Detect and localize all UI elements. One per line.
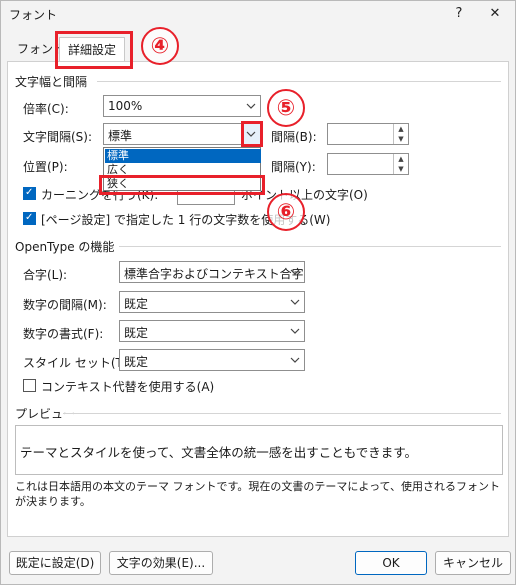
scale-value: 100% xyxy=(108,99,143,113)
section-divider xyxy=(119,246,501,247)
number-spacing-combo[interactable]: 既定 xyxy=(119,291,305,313)
number-forms-value: 既定 xyxy=(124,326,149,340)
spin-buttons[interactable]: ▲ ▼ xyxy=(393,154,408,174)
number-forms-label: 数字の書式(F): xyxy=(23,327,104,341)
window-title: フォント xyxy=(9,8,58,22)
number-spacing-label: 数字の間隔(M): xyxy=(23,298,107,312)
preview-description: これは日本語用の本文のテーマ フォントです。現在の文書のテーマによって、使用され… xyxy=(15,480,500,508)
check-icon: ✓ xyxy=(25,187,34,198)
position-by-label: 間隔(Y): xyxy=(271,160,316,174)
section-title-spacing: 文字幅と間隔 xyxy=(15,75,88,89)
page-setup-grid-checkbox[interactable]: ✓ xyxy=(23,212,36,225)
annotation-number-6: ⑥ xyxy=(267,193,305,231)
ok-button[interactable]: OK xyxy=(355,551,427,575)
section-divider xyxy=(97,81,501,82)
text-effects-button[interactable]: 文字の効果(E)... xyxy=(109,551,213,575)
scale-label: 倍率(C): xyxy=(23,102,69,116)
spin-up-icon[interactable]: ▲ xyxy=(394,124,408,134)
check-icon: ✓ xyxy=(25,212,34,223)
chevron-down-icon xyxy=(290,299,300,305)
position-label: 位置(P): xyxy=(23,160,68,174)
annotation-highlight-tab xyxy=(55,31,133,69)
stylistic-sets-value: 既定 xyxy=(124,355,149,369)
ligatures-value: 標準合字およびコンテキスト合字 xyxy=(124,267,304,281)
chevron-down-icon xyxy=(246,103,256,109)
spacing-by-label: 間隔(B): xyxy=(271,130,317,144)
annotation-number-4: ④ xyxy=(141,27,179,65)
preview-box: テーマとスタイルを使って、文書全体の統一感を出すこともできます。 xyxy=(15,425,503,475)
font-dialog: フォント ? ✕ フォント 詳細設定 文字幅と間隔 倍率(C): 100% 文字… xyxy=(0,0,516,585)
close-button[interactable]: ✕ xyxy=(481,3,509,25)
chevron-down-icon xyxy=(290,269,300,275)
chevron-down-icon xyxy=(290,357,300,363)
cancel-button[interactable]: キャンセル xyxy=(435,551,511,575)
section-divider xyxy=(63,413,501,414)
spin-down-icon[interactable]: ▼ xyxy=(394,134,408,144)
contextual-alternates-checkbox[interactable] xyxy=(23,379,36,392)
dropdown-option-normal[interactable]: 標準 xyxy=(105,149,261,163)
spin-buttons[interactable]: ▲ ▼ xyxy=(393,124,408,144)
annotation-highlight-dropdown-arrow xyxy=(241,121,263,147)
help-button[interactable]: ? xyxy=(445,3,473,25)
stylistic-sets-combo[interactable]: 既定 xyxy=(119,349,305,371)
stylistic-sets-label: スタイル セット(T): xyxy=(23,356,132,370)
preview-sample-text: テーマとスタイルを使って、文書全体の統一感を出すこともできます。 xyxy=(20,445,418,460)
section-title-opentype: OpenType の機能 xyxy=(15,240,115,254)
spin-down-icon[interactable]: ▼ xyxy=(394,164,408,174)
annotation-highlight-condensed xyxy=(99,175,265,195)
number-spacing-value: 既定 xyxy=(124,297,149,311)
spacing-value: 標準 xyxy=(108,129,133,143)
spacing-label: 文字間隔(S): xyxy=(23,130,93,144)
scale-combo[interactable]: 100% xyxy=(103,95,261,117)
ligatures-label: 合字(L): xyxy=(23,268,68,282)
number-forms-combo[interactable]: 既定 xyxy=(119,320,305,342)
ligatures-combo[interactable]: 標準合字およびコンテキスト合字 xyxy=(119,261,305,283)
spin-up-icon[interactable]: ▲ xyxy=(394,154,408,164)
kerning-checkbox[interactable]: ✓ xyxy=(23,187,36,200)
contextual-alternates-label: コンテキスト代替を使用する(A) xyxy=(41,380,215,394)
position-by-spinner[interactable]: ▲ ▼ xyxy=(327,153,409,175)
spacing-by-spinner[interactable]: ▲ ▼ xyxy=(327,123,409,145)
set-default-button[interactable]: 既定に設定(D) xyxy=(9,551,101,575)
chevron-down-icon xyxy=(290,328,300,334)
annotation-number-5: ⑤ xyxy=(267,89,305,127)
spacing-combo[interactable]: 標準 xyxy=(103,123,261,145)
title-bar: フォント ? ✕ xyxy=(1,1,515,29)
